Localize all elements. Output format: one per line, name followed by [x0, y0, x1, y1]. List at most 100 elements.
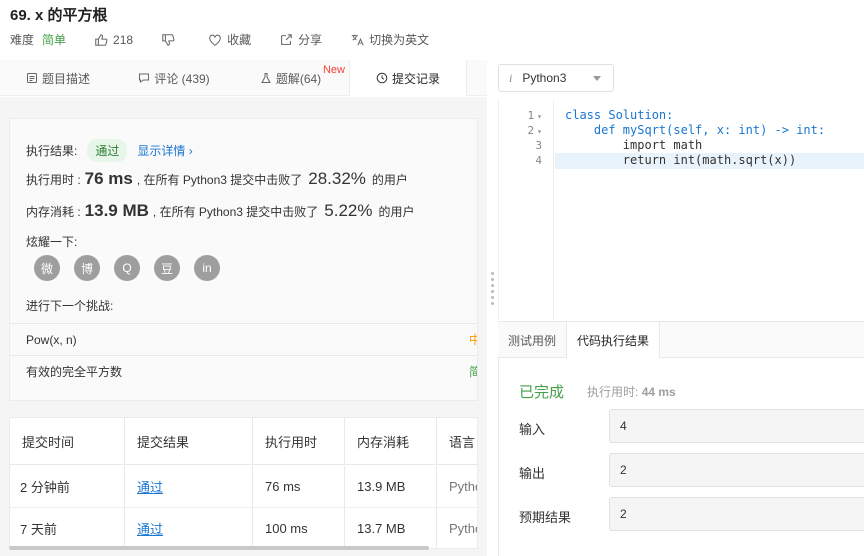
- next-challenge-name: 有效的完全平方数: [26, 365, 123, 379]
- column-header: 语言: [449, 434, 476, 450]
- editor-gutter: 1 ▾ 2 ▾ 3 4: [498, 100, 554, 320]
- next-challenge-item[interactable]: Pow(x, n) 中: [10, 323, 477, 355]
- run-runtime-label: 执行用时:: [587, 385, 639, 399]
- douban-icon[interactable]: 豆: [154, 255, 180, 281]
- difficulty-tag: 中: [469, 331, 477, 348]
- memory-value: 13.9 MB: [84, 201, 149, 220]
- memory: 13.9 MB: [345, 466, 437, 507]
- run-status: 已完成: [519, 384, 565, 401]
- info-icon: i: [509, 70, 513, 85]
- tab-label: 题目描述: [41, 71, 90, 86]
- language: Python3: [449, 479, 477, 494]
- memory-row: 内存消耗 : 13.9 MB , 在所有 Python3 提交中击败了 5.22…: [26, 201, 415, 221]
- horizontal-scrollbar[interactable]: [9, 546, 429, 550]
- switch-language-label: 切换为英文: [369, 33, 430, 47]
- qq-icon[interactable]: Q: [114, 255, 140, 281]
- code-line[interactable]: def mySqrt(self, x: int) -> int:: [565, 123, 825, 137]
- favorite-label: 收藏: [227, 33, 252, 47]
- input-value: 4: [609, 409, 864, 443]
- comment-icon: [139, 73, 150, 83]
- column-header: 提交时间: [10, 418, 125, 464]
- table-row[interactable]: 7 天前 通过 100 ms 13.7 MB Python3: [10, 508, 477, 548]
- line-number: 3: [535, 139, 542, 152]
- problem-meta: 难度 简单 218 收藏 分享 切换为英文: [10, 31, 457, 48]
- line-number: 4: [535, 154, 542, 167]
- share-label: 炫耀一下:: [26, 235, 78, 249]
- dislike-button[interactable]: [161, 33, 180, 47]
- problem-tabs: 题目描述 评论 (439) 题解(64) New 提交记录: [0, 60, 487, 96]
- memory-label: 内存消耗 :: [26, 205, 81, 219]
- tab-label: 题解(64): [275, 71, 322, 86]
- result-link[interactable]: 通过: [137, 477, 163, 496]
- like-count: 218: [113, 32, 134, 47]
- runtime: 100 ms: [253, 508, 345, 548]
- show-details-link[interactable]: 显示详情 ›: [137, 142, 192, 159]
- favorite-button[interactable]: 收藏: [208, 31, 251, 48]
- run-runtime: 执行用时: 44 ms: [587, 383, 676, 400]
- tab-description[interactable]: 题目描述: [0, 60, 116, 96]
- weibo-icon[interactable]: 博: [74, 255, 100, 281]
- share-label: 分享: [298, 33, 323, 47]
- tab-run-result[interactable]: 代码执行结果: [566, 322, 661, 358]
- next-challenge-name: Pow(x, n): [26, 332, 77, 347]
- submit-time: 2 分钟前: [10, 466, 125, 507]
- memory-text: , 在所有 Python3 提交中击败了: [152, 205, 319, 219]
- memory-percent: 5.22%: [324, 201, 373, 220]
- difficulty: 难度 简单: [10, 31, 66, 48]
- input-label: 输入: [519, 422, 546, 437]
- runtime-label: 执行用时 :: [26, 173, 81, 187]
- runtime-text: , 在所有 Python3 提交中击败了: [136, 173, 303, 187]
- next-challenge-item[interactable]: 有效的完全平方数 简: [10, 355, 477, 387]
- code-line[interactable]: import math: [565, 138, 702, 152]
- linkedin-icon[interactable]: in: [194, 255, 220, 281]
- memory-suffix: 的用户: [378, 205, 415, 219]
- submit-result-link[interactable]: 通过: [125, 466, 253, 507]
- share-icon: [281, 33, 292, 45]
- console-tabs: 测试用例 代码执行结果: [498, 321, 864, 358]
- tab-label: 评论 (439): [154, 71, 210, 86]
- memory: 13.7 MB: [345, 508, 437, 548]
- run-runtime-value: 44 ms: [641, 385, 676, 399]
- column-header: 内存消耗: [345, 418, 437, 464]
- difficulty-value: 简单: [42, 33, 67, 47]
- submission-table: 提交时间 提交结果 执行用时 内存消耗 语言 2 分钟前 通过 76 ms 13…: [9, 417, 478, 549]
- output-value: 2: [609, 453, 864, 487]
- language-value: Python3: [522, 71, 567, 85]
- language-select[interactable]: i Python3: [498, 64, 614, 92]
- submit-time: 7 天前: [10, 508, 125, 548]
- thumbs-down-icon: [162, 33, 175, 46]
- column-header: 提交结果: [125, 418, 253, 464]
- submit-result-link[interactable]: 通过: [125, 508, 253, 548]
- runtime-percent: 28.32%: [308, 169, 366, 188]
- share-icons: 微 博 Q 豆 in: [34, 255, 234, 281]
- translate-icon: [351, 34, 364, 45]
- code-line[interactable]: class Solution:: [565, 108, 673, 122]
- clock-icon: [376, 72, 388, 84]
- line-number: 1 ▾: [527, 109, 542, 122]
- switch-language-button[interactable]: 切换为英文: [350, 31, 429, 48]
- code-line[interactable]: return int(math.sqrt(x)): [565, 153, 796, 167]
- status-label: 执行结果:: [26, 144, 78, 158]
- share-button[interactable]: 分享: [279, 31, 322, 48]
- chevron-down-icon: [593, 76, 601, 81]
- status-badge: 通过: [87, 139, 128, 162]
- tab-submissions[interactable]: 提交记录: [349, 60, 467, 96]
- runtime-value: 76 ms: [84, 169, 133, 188]
- drag-handle-icon[interactable]: [491, 272, 494, 308]
- result-link[interactable]: 通过: [137, 519, 163, 538]
- output-label: 输出: [519, 466, 546, 481]
- next-challenge-label: 进行下一个挑战:: [26, 299, 114, 313]
- like-button[interactable]: 218: [94, 33, 133, 47]
- tab-solutions[interactable]: 题解(64) New: [232, 60, 349, 96]
- heart-icon: [209, 34, 221, 46]
- panel-splitter[interactable]: [487, 60, 497, 556]
- flask-icon: [260, 73, 271, 83]
- tab-testcase[interactable]: 测试用例: [498, 322, 566, 358]
- line-number: 2 ▾: [527, 124, 542, 137]
- submission-result-card: 执行结果: 通过 显示详情 › 执行用时 : 76 ms , 在所有 Pytho…: [9, 118, 478, 401]
- table-row[interactable]: 2 分钟前 通过 76 ms 13.9 MB Python3: [10, 466, 477, 508]
- status-row: 执行结果: 通过 显示详情 ›: [26, 139, 193, 162]
- wechat-icon[interactable]: 微: [34, 255, 60, 281]
- tab-comments[interactable]: 评论 (439): [116, 60, 232, 96]
- runtime-row: 执行用时 : 76 ms , 在所有 Python3 提交中击败了 28.32%…: [26, 169, 408, 189]
